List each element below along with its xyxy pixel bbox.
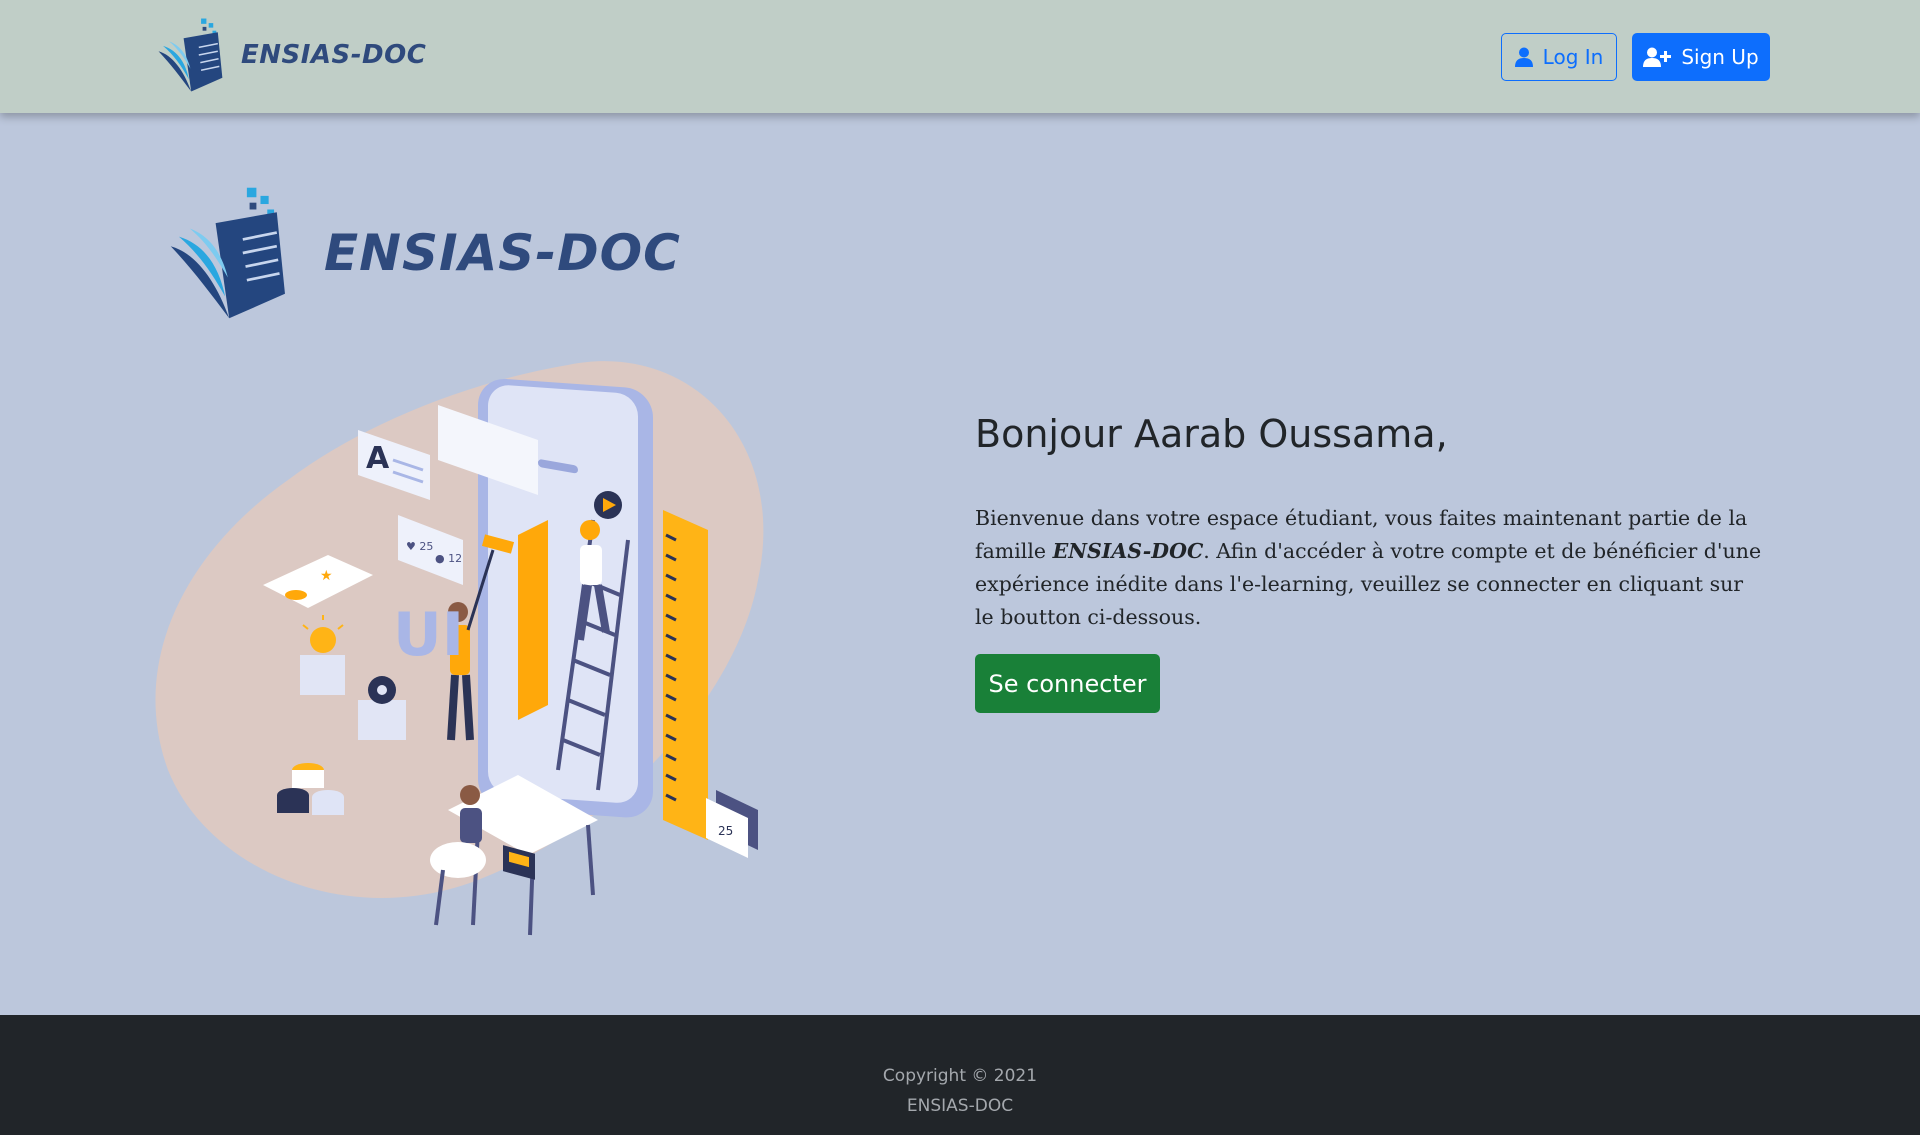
svg-text:● 12: ● 12 [435,552,462,565]
ruler-graphic [663,510,708,840]
svg-text:★: ★ [320,568,333,584]
welcome-paragraph: Bienvenue dans votre espace étudiant, vo… [975,502,1765,634]
calendar-graphic: 25 [706,790,758,858]
footer-brand: ENSIAS-DOC [906,1096,1014,1116]
logo-icon [170,187,285,319]
user-icon [1514,47,1533,67]
orange-panel [518,520,548,720]
greeting-heading: Bonjour Aarab Oussama, [975,412,1448,456]
footer-copyright: Copyright © 2021 [882,1066,1038,1086]
user-plus-icon [1643,47,1672,67]
hero-logo: ENSIAS-DOC [168,178,681,328]
svg-text:A: A [366,441,390,476]
welcome-text-brand: ENSIAS-DOC [1052,539,1204,563]
hero-brand: ENSIAS-DOC [324,224,681,282]
footer: Copyright © 2021 ENSIAS-DOC [0,1015,1920,1135]
logo-icon [158,18,223,92]
svg-text:♥ 25: ♥ 25 [406,540,433,553]
navbar-brand: ENSIAS-DOC [241,40,427,70]
hero-illustration: A ♥ 25 ● 12 ★ UI 25 [155,361,764,936]
connect-button[interactable]: Se connecter [975,654,1160,713]
ui-letters: UI [393,600,464,670]
login-label: Log In [1542,45,1604,69]
signup-button[interactable]: Sign Up [1632,33,1770,81]
svg-text:25: 25 [718,824,733,838]
navbar: ENSIAS-DOC Log In Sign Up [0,0,1920,113]
login-button[interactable]: Log In [1501,33,1617,81]
signup-label: Sign Up [1681,45,1759,69]
navbar-logo[interactable]: ENSIAS-DOC [157,17,426,93]
